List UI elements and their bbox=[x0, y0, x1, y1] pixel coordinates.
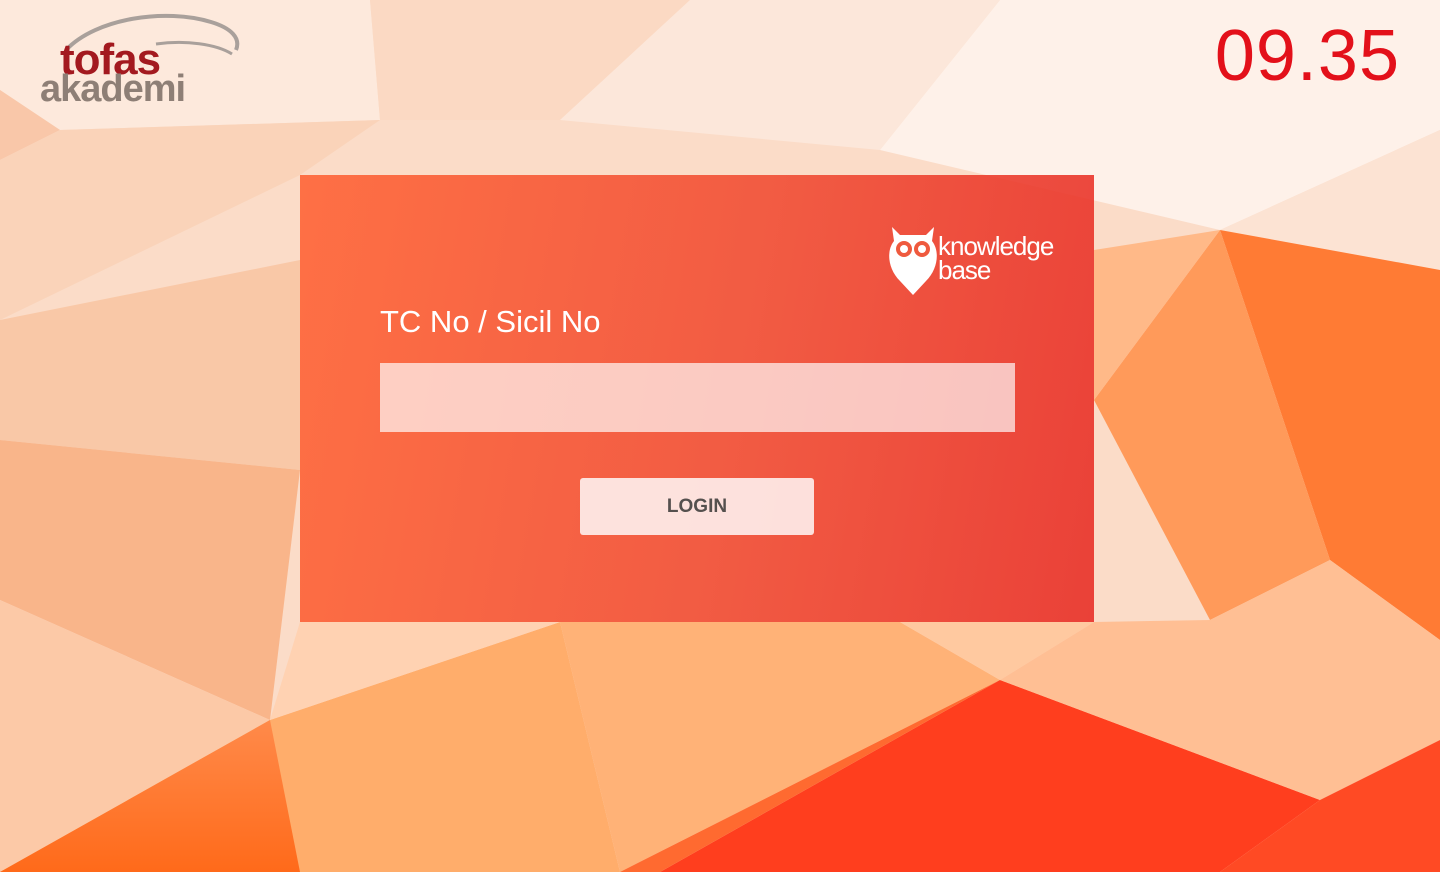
logo-text-akademi: akademi bbox=[40, 68, 186, 110]
owl-icon bbox=[889, 227, 937, 295]
login-panel: knowledge base TC No / Sicil No LOGIN bbox=[300, 175, 1094, 622]
id-input[interactable] bbox=[380, 363, 1015, 432]
base-text: base bbox=[938, 255, 991, 285]
login-screen: tofas akademi 09.35 knowledge base TC No… bbox=[0, 0, 1440, 872]
login-button[interactable]: LOGIN bbox=[580, 478, 814, 535]
knowledge-base-badge: knowledge base bbox=[886, 221, 1056, 301]
clock-time: 09.35 bbox=[1214, 16, 1400, 96]
tofas-akademi-logo: tofas akademi bbox=[36, 10, 246, 110]
id-field-label: TC No / Sicil No bbox=[380, 304, 601, 339]
